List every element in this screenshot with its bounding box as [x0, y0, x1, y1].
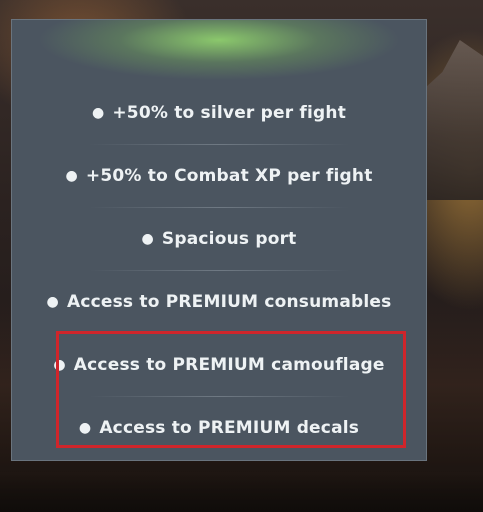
- ship-image: [425, 40, 483, 200]
- list-item-premium-consumables: ● Access to PREMIUM consumables: [12, 271, 426, 333]
- bullet-icon: ●: [53, 357, 66, 373]
- premium-benefits-tooltip: ● +50% to silver per fight ● +50% to Com…: [11, 19, 427, 461]
- bullet-icon: ●: [78, 420, 92, 436]
- list-item-premium-decals: ● Access to PREMIUM decals: [12, 397, 426, 459]
- panel-glow: [12, 20, 426, 90]
- bullet-icon: ●: [91, 105, 105, 121]
- list-item-label: Access to PREMIUM consumables: [66, 292, 392, 312]
- list-item-spacious-port: ● Spacious port: [12, 208, 426, 270]
- list-item-xp-bonus: ● +50% to Combat XP per fight: [12, 145, 426, 207]
- bullet-icon: ●: [65, 168, 78, 184]
- bullet-icon: ●: [141, 231, 154, 247]
- list-item-silver-bonus: ● +50% to silver per fight: [12, 82, 426, 144]
- list-item-label: +50% to Combat XP per fight: [85, 166, 373, 186]
- benefits-list: ● +50% to silver per fight ● +50% to Com…: [12, 82, 426, 459]
- list-item-label: Access to PREMIUM decals: [99, 418, 360, 438]
- bullet-icon: ●: [46, 294, 59, 310]
- bottom-scene-strip: [0, 472, 483, 512]
- list-item-label: Spacious port: [161, 229, 297, 249]
- list-item-label: +50% to silver per fight: [112, 103, 347, 123]
- list-item-label: Access to PREMIUM camouflage: [73, 355, 385, 375]
- list-item-premium-camouflage: ● Access to PREMIUM camouflage: [12, 334, 426, 396]
